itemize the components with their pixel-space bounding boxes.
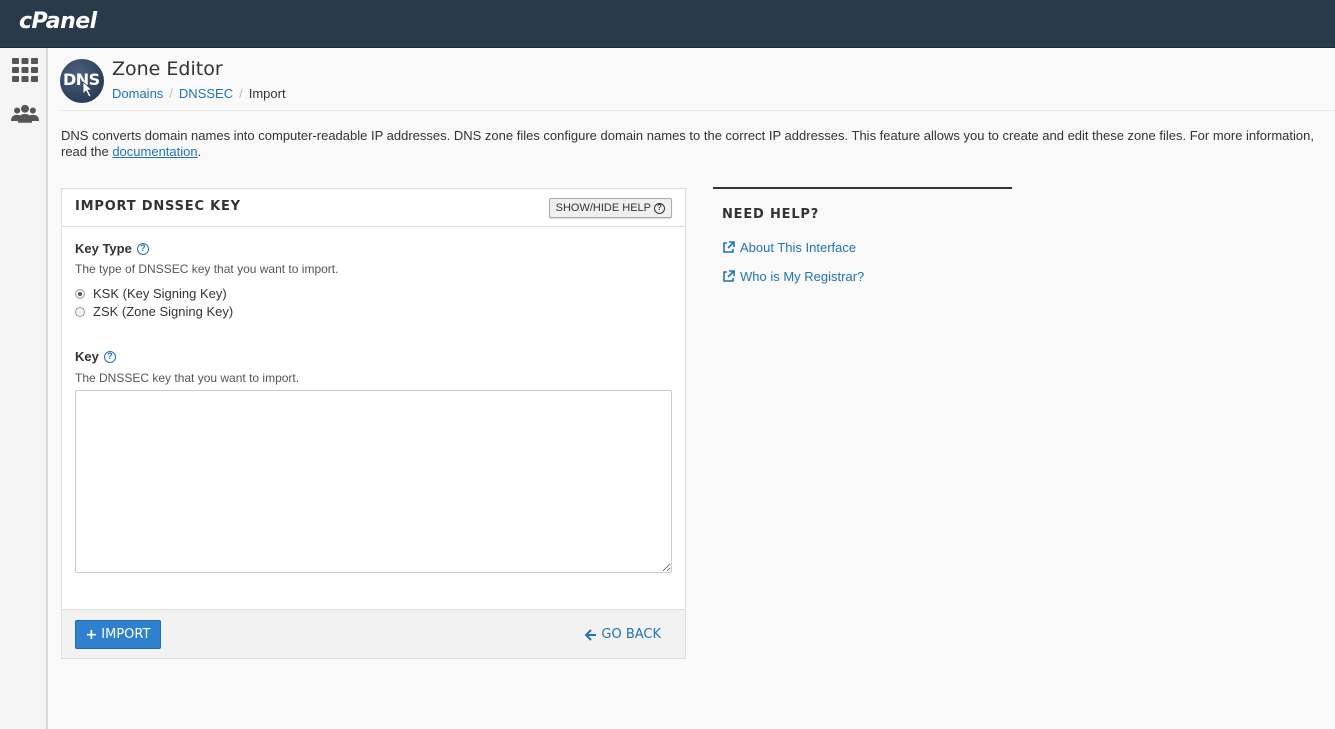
arrow-left-icon	[585, 628, 597, 641]
need-help-box: NEED HELP? About This Interface Who is M…	[713, 187, 1012, 284]
radio-zsk-button[interactable]	[75, 306, 85, 317]
breadcrumb: Domains / DNSSEC / Import	[112, 86, 286, 101]
external-link-icon	[723, 270, 735, 282]
show-hide-help-label: SHOW/HIDE HELP	[555, 202, 651, 214]
who-is-registrar-label: Who is My Registrar?	[740, 269, 865, 284]
panel-footer: + IMPORT GO BACK	[62, 609, 685, 658]
about-interface-label: About This Interface	[740, 240, 857, 255]
external-link-icon	[723, 241, 735, 253]
about-interface-link[interactable]: About This Interface	[722, 240, 856, 255]
import-button[interactable]: + IMPORT	[75, 620, 161, 649]
panel-heading: IMPORT DNSSEC KEY SHOW/HIDE HELP ?	[62, 189, 685, 227]
key-type-description: The type of DNSSEC key that you want to …	[75, 262, 339, 276]
main-content: DNS Zone Editor Domains / DNSSEC / Impor…	[48, 48, 1335, 729]
sidebar	[0, 48, 48, 729]
top-bar: cPanel	[0, 0, 1335, 48]
key-textarea[interactable]	[75, 390, 672, 573]
cursor-icon	[82, 81, 94, 98]
import-button-label: IMPORT	[101, 627, 151, 642]
radio-zsk-label: ZSK (Zone Signing Key)	[93, 304, 234, 319]
plus-icon: +	[85, 626, 98, 643]
go-back-link[interactable]: GO BACK	[585, 627, 661, 642]
intro-text: DNS converts domain names into computer-…	[61, 128, 1314, 159]
grid-icon[interactable]	[11, 56, 39, 84]
key-description: The DNSSEC key that you want to import.	[75, 371, 300, 385]
radio-ksk-button[interactable]	[75, 288, 85, 299]
import-dnssec-key-panel: IMPORT DNSSEC KEY SHOW/HIDE HELP ? Key T…	[61, 188, 686, 659]
breadcrumb-separator: /	[239, 86, 243, 101]
key-type-label-text: Key Type	[75, 241, 132, 256]
radio-ksk[interactable]: KSK (Key Signing Key)	[75, 286, 227, 301]
question-circle-icon: ?	[654, 202, 665, 214]
breadcrumb-import: Import	[248, 86, 286, 101]
radio-ksk-label: KSK (Key Signing Key)	[93, 286, 227, 301]
documentation-link[interactable]: documentation	[112, 144, 197, 159]
key-type-help-icon[interactable]: ?	[136, 242, 149, 255]
key-help-icon[interactable]: ?	[103, 350, 116, 363]
radio-zsk[interactable]: ZSK (Zone Signing Key)	[75, 304, 233, 319]
go-back-label: GO BACK	[601, 627, 661, 642]
breadcrumb-separator: /	[169, 86, 173, 101]
page-title: Zone Editor	[112, 58, 223, 80]
intro-suffix: .	[197, 144, 202, 159]
panel-title: IMPORT DNSSEC KEY	[75, 199, 241, 214]
breadcrumb-domains[interactable]: Domains	[112, 86, 163, 101]
users-icon[interactable]	[11, 100, 39, 128]
header-divider	[60, 110, 1335, 111]
key-label: Key ?	[75, 349, 116, 364]
dns-app-icon: DNS	[60, 59, 104, 103]
cpanel-logo[interactable]: cPanel	[19, 9, 97, 34]
key-label-text: Key	[75, 349, 99, 364]
show-hide-help-button[interactable]: SHOW/HIDE HELP ?	[548, 198, 672, 218]
key-type-label: Key Type ?	[75, 241, 149, 256]
who-is-registrar-link[interactable]: Who is My Registrar?	[722, 269, 864, 284]
page-header: DNS Zone Editor Domains / DNSSEC / Impor…	[60, 57, 1330, 109]
need-help-title: NEED HELP?	[722, 207, 820, 222]
breadcrumb-dnssec[interactable]: DNSSEC	[179, 86, 233, 101]
intro-description: DNS converts domain names into computer-…	[61, 128, 1333, 160]
